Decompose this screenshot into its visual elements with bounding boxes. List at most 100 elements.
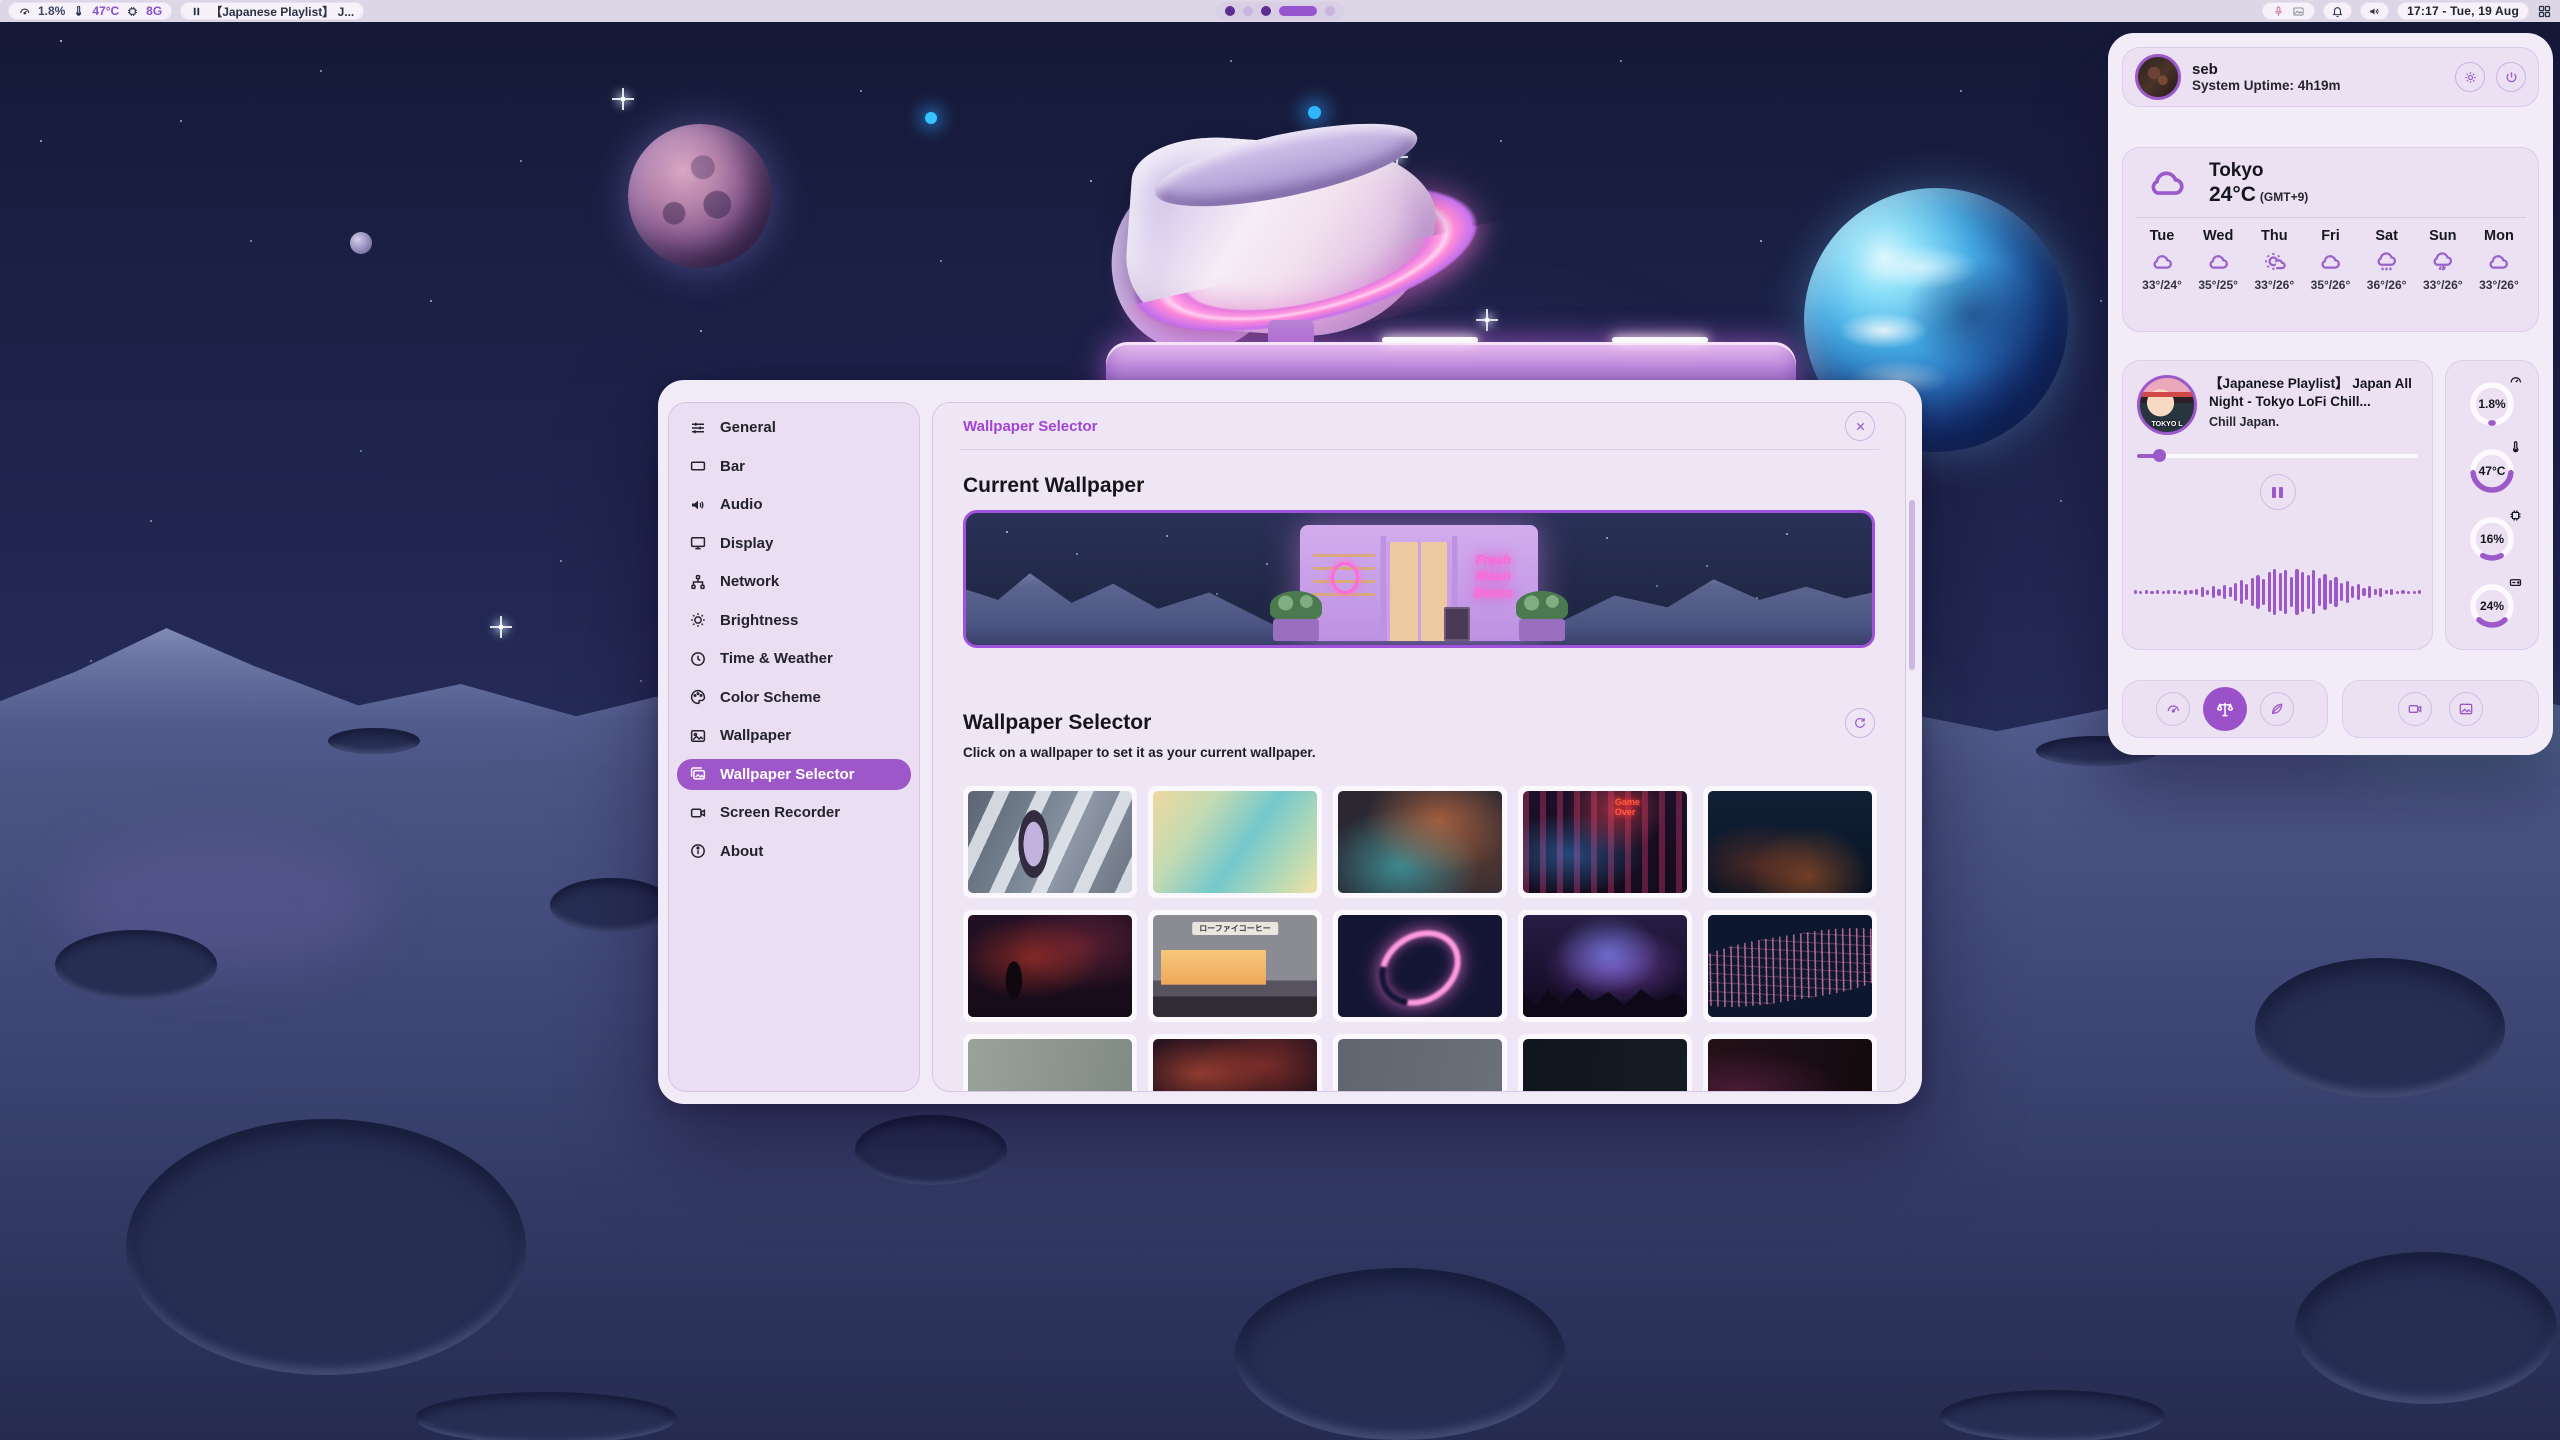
selector-heading-row: Wallpaper Selector <box>963 708 1875 738</box>
small-moon <box>350 232 372 254</box>
wallpaper-thumb[interactable] <box>1333 910 1507 1022</box>
tray-screenshot-icon[interactable] <box>2292 5 2305 18</box>
weather-timezone: (GMT+9) <box>2260 190 2308 204</box>
workspace-dot-1[interactable] <box>1225 6 1235 16</box>
wallpaper-thumb[interactable] <box>963 1034 1137 1092</box>
clock-icon <box>689 650 707 668</box>
sidebar-item-audio[interactable]: Audio <box>677 489 911 520</box>
apps-grid-icon[interactable] <box>2537 4 2552 19</box>
brightness-icon <box>689 611 707 629</box>
workspace-dot-4-active[interactable] <box>1279 6 1317 16</box>
crater <box>415 1392 677 1440</box>
crater <box>2255 958 2505 1098</box>
powersave-mode-button[interactable] <box>2260 692 2294 726</box>
user-name: seb <box>2192 61 2341 78</box>
sidebar-item-display[interactable]: Display <box>677 528 911 559</box>
clock-pill[interactable]: 17:17 - Tue, 19 Aug <box>2397 2 2529 20</box>
volume-pill[interactable] <box>2360 2 2389 20</box>
wallpaper-thumb[interactable] <box>1518 910 1692 1022</box>
neon-line: Fresh <box>1464 552 1523 568</box>
settings-button[interactable] <box>2455 62 2485 92</box>
wallpaper-thumb[interactable] <box>1148 786 1322 898</box>
wallpaper-thumb[interactable] <box>1518 1034 1692 1092</box>
media-progress-thumb[interactable] <box>2153 449 2166 462</box>
sidebar-item-time-weather[interactable]: Time & Weather <box>677 643 911 674</box>
cafe-neon-sign: Fresh Moon Beans <box>1464 552 1523 601</box>
wallpaper-icon <box>2458 701 2474 717</box>
media-progress-slider[interactable] <box>2137 449 2418 462</box>
wallpaper-thumb[interactable] <box>1148 1034 1322 1092</box>
crater <box>1235 1268 1565 1440</box>
neon-line: Beans <box>1464 585 1523 601</box>
neon-line: Moon <box>1464 568 1523 584</box>
thumb-caption: Game Over <box>1615 798 1649 818</box>
wallpaper-thumb[interactable] <box>1703 910 1877 1022</box>
system-stats-pill[interactable]: 1.8% 47°C 8G <box>8 2 172 20</box>
wallpaper-thumb[interactable] <box>963 910 1137 1022</box>
workspace-indicator[interactable] <box>1216 2 1344 20</box>
performance-mode-button[interactable] <box>2156 692 2190 726</box>
crater <box>855 1115 1007 1185</box>
cafe-plant-left <box>1270 591 1322 641</box>
notifications-pill[interactable] <box>2323 2 2352 20</box>
bell-icon <box>2331 5 2344 18</box>
sidebar-item-screen-recorder[interactable]: Screen Recorder <box>677 797 911 828</box>
workspace-dot-5[interactable] <box>1325 6 1335 16</box>
sidebar-item-about[interactable]: About <box>677 836 911 867</box>
tray-app-icon[interactable] <box>2272 5 2285 18</box>
forecast-day: Thu 33°/26° <box>2251 228 2297 292</box>
power-button[interactable] <box>2496 62 2526 92</box>
purple-planet <box>628 124 772 268</box>
balanced-mode-button[interactable] <box>2203 687 2247 731</box>
cloud-icon <box>2317 249 2344 276</box>
cafe-plant-right <box>1516 591 1568 641</box>
wallpaper-thumb[interactable] <box>963 786 1137 898</box>
memory-usage: 8G <box>146 4 162 18</box>
volume-icon <box>2368 5 2381 18</box>
cafe-interior: Fresh Moon Beans <box>1309 536 1529 641</box>
workspace-dot-2[interactable] <box>1243 6 1253 16</box>
wallpaper-thumb[interactable] <box>1333 786 1507 898</box>
wallpaper-thumb[interactable] <box>1703 1034 1877 1092</box>
user-card: seb System Uptime: 4h19m <box>2122 47 2539 107</box>
gallery-icon <box>689 765 707 783</box>
sidebar-item-label: Network <box>720 573 779 590</box>
scrollbar-thumb[interactable] <box>1909 500 1915 670</box>
wallpaper-thumb[interactable] <box>1703 786 1877 898</box>
preview-cafe: Fresh Moon Beans <box>1300 525 1538 641</box>
play-pause-button[interactable] <box>2260 474 2296 510</box>
system-tray-pill[interactable] <box>2262 2 2315 20</box>
refresh-icon <box>1853 716 1867 730</box>
wallpaper-thumb[interactable]: Game Over <box>1518 786 1692 898</box>
sidebar-item-color-scheme[interactable]: Color Scheme <box>677 682 911 713</box>
videocam-icon <box>689 804 707 822</box>
wallpaper-thumb[interactable]: ローファイコーヒー <box>1148 910 1322 1022</box>
sidebar-item-wallpaper[interactable]: Wallpaper <box>677 720 911 751</box>
wallpaper-thumb[interactable] <box>1333 1034 1507 1092</box>
gauge-icon <box>18 5 31 18</box>
sidebar-item-general[interactable]: General <box>677 412 911 443</box>
screen-recorder-button[interactable] <box>2398 692 2432 726</box>
workspace-dot-3[interactable] <box>1261 6 1271 16</box>
wallpaper-shortcut-button[interactable] <box>2449 692 2483 726</box>
close-button[interactable] <box>1845 411 1875 441</box>
wallpaper-grid: Game Over ローファイコーヒー <box>963 786 1875 1092</box>
media-pill[interactable]: 【Japanese Playlist】 J... <box>180 2 364 20</box>
performance-icon <box>2165 701 2181 717</box>
chip-icon <box>2508 508 2523 523</box>
waveform <box>2135 549 2420 635</box>
refresh-button[interactable] <box>1845 708 1875 738</box>
power-icon <box>2504 70 2519 85</box>
album-art: TOKYO L <box>2137 375 2197 435</box>
settings-window: General Bar Audio Display Network Bright… <box>658 380 1922 1104</box>
sidebar-item-wallpaper-selector[interactable]: Wallpaper Selector <box>677 759 911 790</box>
shortcuts-card <box>2342 680 2539 738</box>
storm-cloud-icon <box>2429 249 2456 276</box>
sidebar-item-bar[interactable]: Bar <box>677 451 911 482</box>
sidebar-item-brightness[interactable]: Brightness <box>677 605 911 636</box>
sidebar-item-network[interactable]: Network <box>677 566 911 597</box>
sidebar-item-label: Display <box>720 535 773 552</box>
window-title: Wallpaper Selector <box>963 418 1098 435</box>
system-uptime: System Uptime: 4h19m <box>2192 78 2341 93</box>
cloud-icon <box>2149 249 2176 276</box>
